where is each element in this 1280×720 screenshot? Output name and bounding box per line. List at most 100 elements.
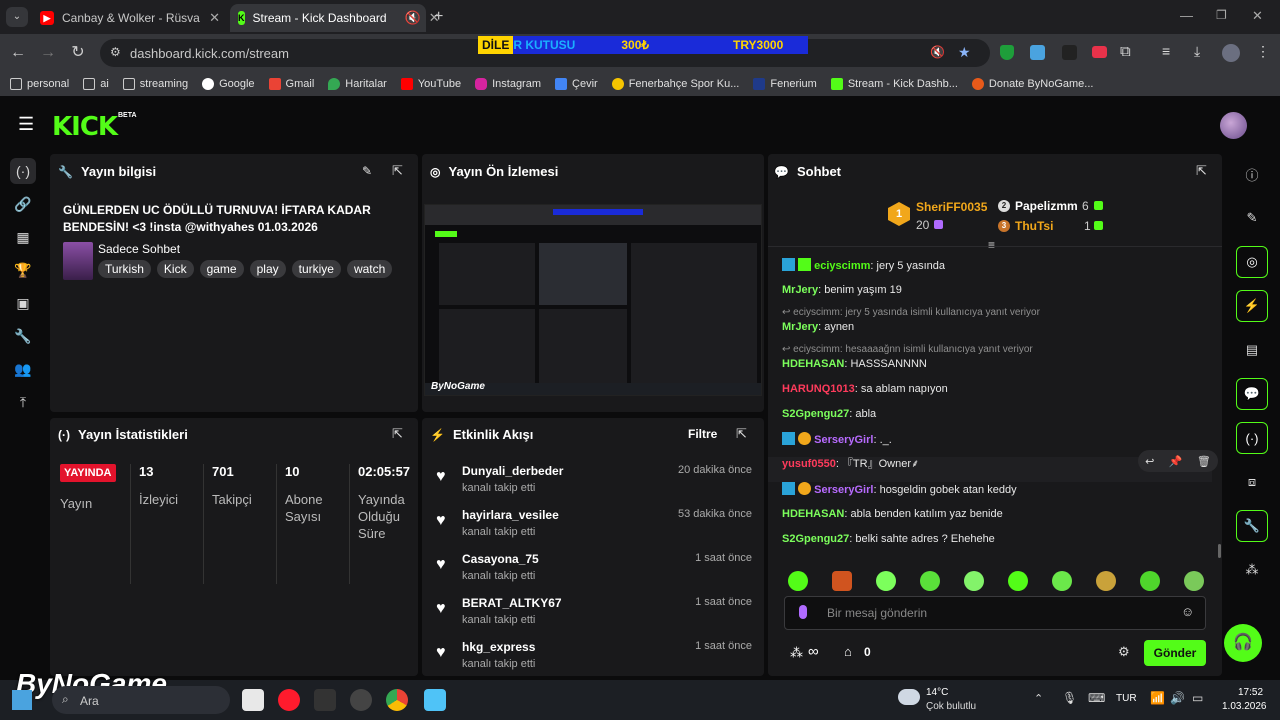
bookmark-star-icon[interactable]: ★ — [958, 44, 971, 61]
link-icon[interactable]: 🔗 — [10, 191, 36, 217]
kick-logo[interactable]: KICK — [52, 112, 118, 142]
bookmark-personal[interactable]: personal — [10, 78, 69, 90]
upload-icon[interactable]: ⤒ — [10, 389, 36, 415]
event-username[interactable]: Casayona_75 — [462, 552, 539, 566]
expand-icon[interactable]: ⇱ — [1196, 163, 1207, 179]
bookmark-fenerbahce[interactable]: Fenerbahçe Spor Ku... — [611, 78, 739, 90]
tag[interactable]: Kick — [156, 260, 194, 278]
window-close-button[interactable]: ✕ — [1252, 8, 1263, 24]
points-icon[interactable]: ⁂ — [1236, 554, 1268, 586]
mute-tab-icon[interactable]: 🔇 — [405, 10, 421, 26]
emote-icon[interactable] — [832, 571, 852, 591]
media-control-icon[interactable]: ≡ — [1162, 43, 1170, 59]
bookmark-instagram[interactable]: Instagram — [475, 78, 541, 90]
tag[interactable]: play — [249, 260, 286, 278]
browser-tab-youtube[interactable]: ▶ Canbay & Wolker - Rüsva (Offic ✕ — [32, 4, 228, 32]
stream-icon[interactable]: (·) — [10, 158, 36, 184]
browser-tab-kick[interactable]: K Stream - Kick Dashboard 🔇 ✕ — [230, 4, 440, 32]
file-explorer-icon[interactable] — [242, 689, 264, 711]
forward-arrow-icon[interactable]: → — [38, 43, 58, 63]
emote-icon[interactable] — [920, 571, 940, 591]
battery-icon[interactable]: ▭ — [1192, 691, 1203, 705]
app-icon[interactable] — [314, 689, 336, 711]
chat-username[interactable]: SerseryGirl — [814, 484, 873, 496]
emote-icon[interactable] — [788, 571, 808, 591]
edit-icon[interactable]: ✎ — [1236, 202, 1268, 234]
event-username[interactable]: hayirlara_vesilee — [462, 508, 559, 522]
bookmark-maps[interactable]: Haritalar — [328, 78, 387, 90]
emote-icon[interactable] — [1096, 571, 1116, 591]
emote-icon[interactable] — [1008, 571, 1028, 591]
bookmark-streaming[interactable]: streaming — [122, 78, 188, 90]
taskbar-search[interactable]: ⌕ Ara — [52, 686, 230, 714]
emote-icon[interactable] — [1140, 571, 1160, 591]
chat-username[interactable]: HDEHASAN — [782, 508, 844, 520]
new-tab-button[interactable]: + — [434, 8, 443, 26]
microphone-icon[interactable] — [799, 605, 807, 619]
leaderboard-name[interactable]: Papelizmm — [1015, 199, 1078, 213]
obs-icon[interactable] — [350, 689, 372, 711]
info-icon[interactable]: ⓘ — [1236, 158, 1268, 190]
analytics-icon[interactable]: ▦ — [10, 224, 36, 250]
reply-icon[interactable]: ↩ — [1145, 455, 1154, 468]
preview-video[interactable]: ByNoGame — [424, 204, 762, 396]
bookmark-bynogame[interactable]: Donate ByNoGame... — [971, 78, 1093, 90]
emote-icon[interactable] — [1052, 571, 1072, 591]
emoji-icon[interactable]: ☺ — [1181, 604, 1194, 619]
notepad-icon[interactable] — [424, 689, 446, 711]
tag[interactable]: game — [199, 260, 244, 278]
clock-time[interactable]: 17:52 — [1238, 687, 1263, 698]
event-username[interactable]: BERAT_ALTKY67 — [462, 596, 562, 610]
bookmark-translate[interactable]: Çevir — [555, 78, 598, 90]
reload-icon[interactable]: ↻ — [68, 43, 88, 63]
bookmark-fenerium[interactable]: Fenerium — [753, 78, 817, 90]
gift-box-icon[interactable]: ⌂ — [844, 644, 852, 659]
chat-username[interactable]: SerseryGirl — [814, 434, 873, 446]
collapse-leaderboard-icon[interactable]: ≡ — [988, 238, 995, 252]
user-avatar[interactable] — [1220, 112, 1247, 139]
extension-dark-icon[interactable] — [1062, 45, 1077, 60]
close-icon[interactable]: ✕ — [209, 10, 220, 26]
chat-username[interactable]: HDEHASAN — [782, 358, 844, 370]
tag[interactable]: turkiye — [291, 260, 341, 278]
chat-bubble-icon[interactable]: 💬 — [1236, 378, 1268, 410]
delete-icon[interactable]: 🗑 — [1197, 455, 1211, 468]
restore-button[interactable]: ❐ — [1216, 8, 1227, 22]
keyboard-icon[interactable]: ⌨ — [1088, 691, 1105, 705]
opera-icon[interactable] — [278, 689, 300, 711]
bookmark-kick[interactable]: Stream - Kick Dashb... — [830, 78, 958, 90]
trophy-icon[interactable]: 🏆 — [10, 257, 36, 283]
expand-icon[interactable]: ⇱ — [736, 426, 747, 442]
chat-username[interactable]: MrJery — [782, 284, 818, 296]
chat-username[interactable]: yusuf0550 — [782, 458, 836, 470]
tag[interactable]: watch — [346, 260, 393, 278]
language-indicator[interactable]: TUR — [1116, 693, 1137, 704]
leaderboard-name[interactable]: SheriFF0035 — [916, 200, 987, 214]
edit-icon[interactable]: ✎ — [362, 164, 372, 178]
wrench-icon[interactable]: 🔧 — [10, 323, 36, 349]
camera-icon[interactable]: ◎ — [1236, 246, 1268, 278]
site-info-icon[interactable]: ⚙ — [110, 45, 121, 59]
send-button[interactable]: Gönder — [1144, 640, 1206, 666]
tray-chevron-icon[interactable]: ⌃ — [1034, 692, 1043, 705]
video-library-icon[interactable]: ▣ — [10, 290, 36, 316]
notes-icon[interactable]: ▤ — [1236, 334, 1268, 366]
points-icon[interactable]: ⁂ — [790, 645, 803, 661]
mute-site-icon[interactable]: 🔇 — [930, 45, 945, 59]
chat-settings-icon[interactable]: ⚙ — [1118, 644, 1130, 660]
bookmark-ai[interactable]: ai — [83, 78, 109, 90]
minimize-button[interactable]: — — [1180, 8, 1193, 23]
event-username[interactable]: Dunyali_derbeder — [462, 464, 563, 478]
event-username[interactable]: hkg_express — [462, 640, 535, 654]
filter-button[interactable]: Filtre — [688, 427, 717, 441]
broadcast-icon[interactable]: (·) — [1236, 422, 1268, 454]
expand-icon[interactable]: ⇱ — [392, 163, 403, 179]
tab-search-button[interactable]: ⌄ — [6, 7, 28, 27]
chat-scrollbar[interactable] — [1218, 544, 1221, 558]
menu-icon[interactable]: ☰ — [18, 114, 34, 135]
chrome-icon[interactable] — [386, 689, 408, 711]
chat-input[interactable]: Bir mesaj gönderin ☺ — [784, 596, 1206, 630]
volume-icon[interactable]: 🔊 — [1170, 691, 1185, 705]
community-icon[interactable]: 👥 — [10, 356, 36, 382]
leaderboard-name[interactable]: ThuTsi — [1015, 219, 1053, 233]
